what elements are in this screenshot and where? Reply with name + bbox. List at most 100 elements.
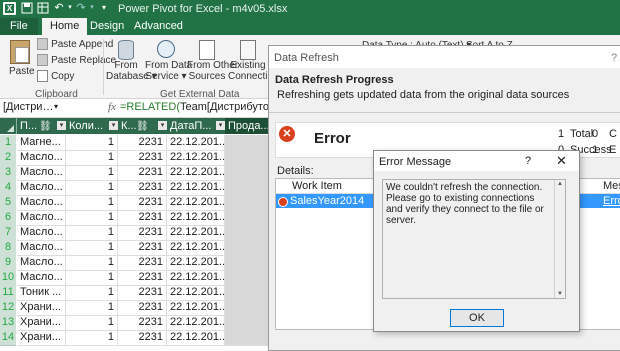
table-row[interactable]: 12 Храни... 1 2231 22.12.201...	[0, 300, 269, 316]
column-header-sales[interactable]: Прода...	[225, 118, 272, 134]
cell-code[interactable]: 2231	[118, 225, 167, 241]
cell-product[interactable]: Масло...	[17, 240, 66, 256]
table-row[interactable]: 2 Масло... 1 2231 22.12.201...	[0, 150, 269, 166]
cell-date[interactable]: 22.12.201...	[167, 165, 225, 181]
from-database-button[interactable]: From Database ▾	[106, 38, 157, 86]
ok-button[interactable]: OK	[450, 309, 504, 327]
message-scrollbar[interactable]: ▲ ▼	[554, 180, 565, 298]
cell-quantity[interactable]: 1	[66, 180, 118, 196]
cell-sales[interactable]	[225, 165, 269, 181]
cell-date[interactable]: 22.12.201...	[167, 240, 225, 256]
table-row[interactable]: 11 Тоник ... 1 2231 22.12.201...	[0, 285, 269, 301]
name-box[interactable]: [Дистри…	[3, 101, 93, 113]
cell-quantity[interactable]: 1	[66, 255, 118, 271]
cell-product[interactable]: Масло...	[17, 150, 66, 166]
cell-quantity[interactable]: 1	[66, 270, 118, 286]
cell-product[interactable]: Тоник ...	[17, 285, 66, 301]
cell-sales[interactable]	[225, 195, 269, 211]
cell-product[interactable]: Масло...	[17, 270, 66, 286]
table-row[interactable]: 10 Масло... 1 2231 22.12.201...	[0, 270, 269, 286]
cell-sales[interactable]	[225, 270, 269, 286]
cell-sales[interactable]	[225, 210, 269, 226]
cell-code[interactable]: 2231	[118, 315, 167, 331]
cell-code[interactable]: 2231	[118, 255, 167, 271]
paste-button[interactable]: Paste	[4, 38, 35, 83]
existing-connections-button[interactable]: Existing Connection	[228, 38, 279, 86]
cell-date[interactable]: 22.12.201...	[167, 330, 225, 346]
cell-quantity[interactable]: 1	[66, 330, 118, 346]
error-dialog-help-button[interactable]: ?	[525, 155, 531, 167]
cell-code[interactable]: 2231	[118, 210, 167, 226]
row-number[interactable]: 6	[0, 210, 16, 226]
cell-quantity[interactable]: 1	[66, 225, 118, 241]
table-row[interactable]: 6 Масло... 1 2231 22.12.201...	[0, 210, 269, 226]
cell-quantity[interactable]: 1	[66, 150, 118, 166]
column-header-product[interactable]: П... ⛓ ▾	[17, 118, 69, 134]
cell-sales[interactable]	[225, 225, 269, 241]
row-number[interactable]: 3	[0, 165, 16, 181]
cell-date[interactable]: 22.12.201...	[167, 195, 225, 211]
row-number[interactable]: 9	[0, 255, 16, 271]
from-other-sources-button[interactable]: From Other Sources	[187, 38, 238, 86]
cell-date[interactable]: 22.12.201...	[167, 135, 225, 151]
cell-product[interactable]: Магне...	[17, 135, 66, 151]
cell-code[interactable]: 2231	[118, 135, 167, 151]
cell-sales[interactable]	[225, 255, 269, 271]
cell-quantity[interactable]: 1	[66, 135, 118, 151]
cell-code[interactable]: 2231	[118, 330, 167, 346]
cell-date[interactable]: 22.12.201...	[167, 210, 225, 226]
cell-product[interactable]: Масло...	[17, 225, 66, 241]
paste-append-button[interactable]: Paste Append	[37, 38, 113, 51]
cell-sales[interactable]	[225, 240, 269, 256]
redo-dropdown-icon[interactable]: ▾	[86, 2, 98, 14]
cell-sales[interactable]	[225, 150, 269, 166]
column-filter-dropdown-icon[interactable]: ▾	[109, 121, 118, 130]
row-number[interactable]: 10	[0, 270, 16, 286]
row-number[interactable]: 13	[0, 315, 16, 331]
col-message[interactable]: Mes	[603, 180, 620, 192]
cell-code[interactable]: 2231	[118, 195, 167, 211]
customize-quick-access-icon[interactable]: ▾	[98, 2, 110, 14]
cell-date[interactable]: 22.12.201...	[167, 270, 225, 286]
column-filter-dropdown-icon[interactable]: ▾	[158, 121, 167, 130]
cell-product[interactable]: Масло...	[17, 210, 66, 226]
cell-date[interactable]: 22.12.201...	[167, 255, 225, 271]
table-row[interactable]: 5 Масло... 1 2231 22.12.201...	[0, 195, 269, 211]
cell-quantity[interactable]: 1	[66, 210, 118, 226]
cell-sales[interactable]	[225, 300, 269, 316]
error-details-link[interactable]: Error	[603, 195, 620, 207]
cell-date[interactable]: 22.12.201...	[167, 285, 225, 301]
cell-quantity[interactable]: 1	[66, 285, 118, 301]
cell-quantity[interactable]: 1	[66, 165, 118, 181]
cell-sales[interactable]	[225, 330, 269, 346]
cell-sales[interactable]	[225, 135, 269, 151]
cell-sales[interactable]	[225, 285, 269, 301]
table-row[interactable]: 1 Магне... 1 2231 22.12.201...	[0, 135, 269, 151]
table-row[interactable]: 14 Храни... 1 2231 22.12.201...	[0, 330, 269, 346]
table-icon[interactable]	[37, 2, 49, 14]
cell-date[interactable]: 22.12.201...	[167, 300, 225, 316]
row-number[interactable]: 1	[0, 135, 16, 151]
col-work-item[interactable]: Work Item	[292, 180, 342, 192]
table-row[interactable]: 13 Храни... 1 2231 22.12.201...	[0, 315, 269, 331]
cell-sales[interactable]	[225, 315, 269, 331]
column-filter-dropdown-icon[interactable]: ▾	[57, 121, 66, 130]
cell-date[interactable]: 22.12.201...	[167, 180, 225, 196]
row-number[interactable]: 12	[0, 300, 16, 316]
row-number[interactable]: 5	[0, 195, 16, 211]
column-filter-dropdown-icon[interactable]: ▾	[216, 121, 225, 130]
cell-product[interactable]: Масло...	[17, 180, 66, 196]
column-header-quantity[interactable]: Коли... ▾	[66, 118, 121, 134]
cell-code[interactable]: 2231	[118, 300, 167, 316]
row-number[interactable]: 14	[0, 330, 16, 346]
cell-code[interactable]: 2231	[118, 270, 167, 286]
cell-quantity[interactable]: 1	[66, 195, 118, 211]
cell-quantity[interactable]: 1	[66, 240, 118, 256]
tab-design[interactable]: Design	[82, 18, 132, 35]
select-all-corner[interactable]	[0, 118, 17, 134]
cell-date[interactable]: 22.12.201...	[167, 315, 225, 331]
cell-code[interactable]: 2231	[118, 165, 167, 181]
cell-code[interactable]: 2231	[118, 150, 167, 166]
cell-product[interactable]: Храни...	[17, 300, 66, 316]
name-box-dropdown-icon[interactable]: ▾	[54, 102, 58, 111]
